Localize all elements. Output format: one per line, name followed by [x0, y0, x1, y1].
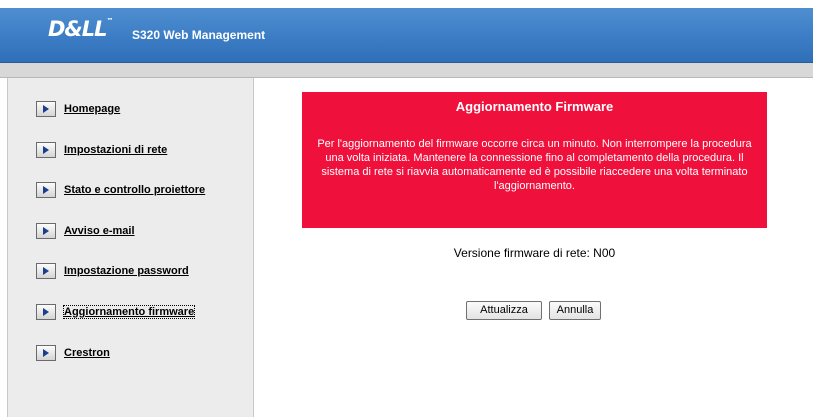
sub-header-bar: [0, 63, 813, 78]
cancel-button[interactable]: Annulla: [549, 301, 601, 320]
sidebar-item-crestron[interactable]: Crestron: [36, 343, 110, 363]
update-button[interactable]: Attualizza: [466, 301, 542, 320]
sidebar-item-avviso-email[interactable]: Avviso e-mail: [36, 221, 135, 241]
notice-body: Per l'aggiornamento del firmware occorre…: [317, 138, 752, 192]
app-title: S320 Web Management: [132, 28, 266, 42]
sidebar: Homepage Impostazioni di rete Stato e co…: [7, 78, 254, 417]
sidebar-item-label[interactable]: Crestron: [64, 347, 110, 359]
sidebar-item-impostazione-password[interactable]: Impostazione password: [36, 261, 189, 281]
sidebar-item-label[interactable]: Aggiornamento firmware: [62, 305, 196, 319]
sidebar-item-label[interactable]: Avviso e-mail: [64, 225, 135, 237]
firmware-update-notice: Aggiornamento Firmware Per l'aggiornamen…: [302, 92, 767, 228]
sidebar-item-impostazioni-di-rete[interactable]: Impostazioni di rete: [36, 140, 167, 160]
sidebar-item-label[interactable]: Impostazione password: [64, 265, 189, 277]
header-bar: D&LL™ S320 Web Management: [0, 8, 813, 63]
firmware-version-text: Versione firmware di rete: N00: [453, 246, 616, 260]
sidebar-item-aggiornamento-firmware[interactable]: Aggiornamento firmware: [36, 302, 196, 322]
sidebar-item-label[interactable]: Stato e controllo proiettore: [64, 184, 205, 196]
sidebar-item-label[interactable]: Homepage: [64, 103, 120, 115]
arrow-right-icon[interactable]: [36, 304, 56, 320]
arrow-right-icon[interactable]: [36, 142, 56, 158]
notice-title: Aggiornamento Firmware: [455, 99, 614, 114]
arrow-right-icon[interactable]: [36, 345, 56, 361]
arrow-right-icon[interactable]: [36, 101, 56, 117]
arrow-right-icon[interactable]: [36, 263, 56, 279]
dell-logo: D&LL™: [48, 17, 114, 41]
sidebar-item-label[interactable]: Impostazioni di rete: [64, 144, 167, 156]
top-border: [0, 0, 813, 8]
sidebar-item-homepage[interactable]: Homepage: [36, 99, 120, 119]
sidebar-item-stato-controllo-proiettore[interactable]: Stato e controllo proiettore: [36, 180, 205, 200]
arrow-right-icon[interactable]: [36, 223, 56, 239]
arrow-right-icon[interactable]: [36, 182, 56, 198]
